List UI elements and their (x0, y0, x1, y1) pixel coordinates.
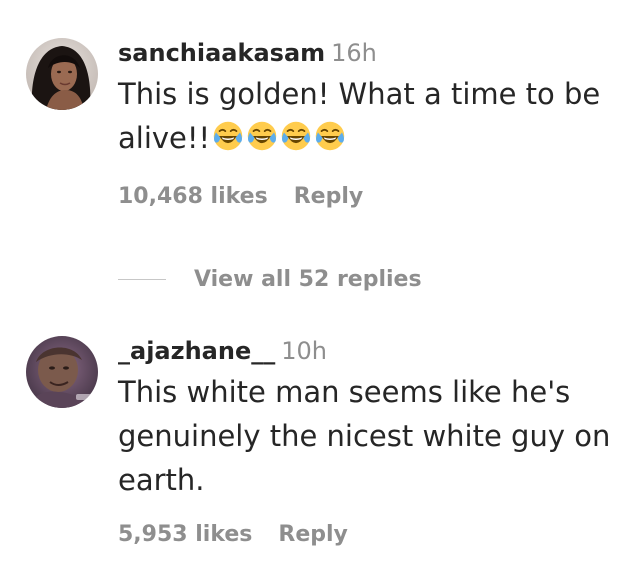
likes-count[interactable]: 10,468 likes (118, 182, 268, 212)
avatar[interactable] (26, 336, 98, 408)
comment-username[interactable]: sanchiaakasam (118, 39, 325, 67)
avatar-image (26, 336, 98, 408)
comment-meta: 5,953 likes Reply (118, 520, 624, 550)
reply-button[interactable]: Reply (294, 182, 364, 212)
comment-text: This is golden! What a time to be alive!… (118, 72, 624, 164)
tears-of-joy-emoji-icon (280, 120, 312, 164)
comment-text-content: This is golden! What a time to be alive!… (118, 77, 601, 155)
view-replies-label: View all 52 replies (194, 266, 422, 292)
likes-count[interactable]: 5,953 likes (118, 520, 252, 550)
replies-divider (118, 278, 166, 280)
comment-meta: 10,468 likes Reply (118, 182, 624, 212)
avatar-image (26, 38, 98, 110)
tears-of-joy-emoji-icon (212, 120, 244, 164)
avatar[interactable] (26, 38, 98, 110)
tears-of-joy-emoji-icon (246, 120, 278, 164)
comment-timestamp: 10h (281, 337, 327, 365)
comment-timestamp: 16h (331, 39, 377, 67)
tears-of-joy-emoji-icon (314, 120, 346, 164)
reply-button[interactable]: Reply (278, 520, 348, 550)
comment-text: This white man seems like he's genuinely… (118, 375, 611, 497)
view-replies-button[interactable]: View all 52 replies (118, 262, 422, 296)
comment-username[interactable]: _ajazhane__ (118, 337, 275, 365)
